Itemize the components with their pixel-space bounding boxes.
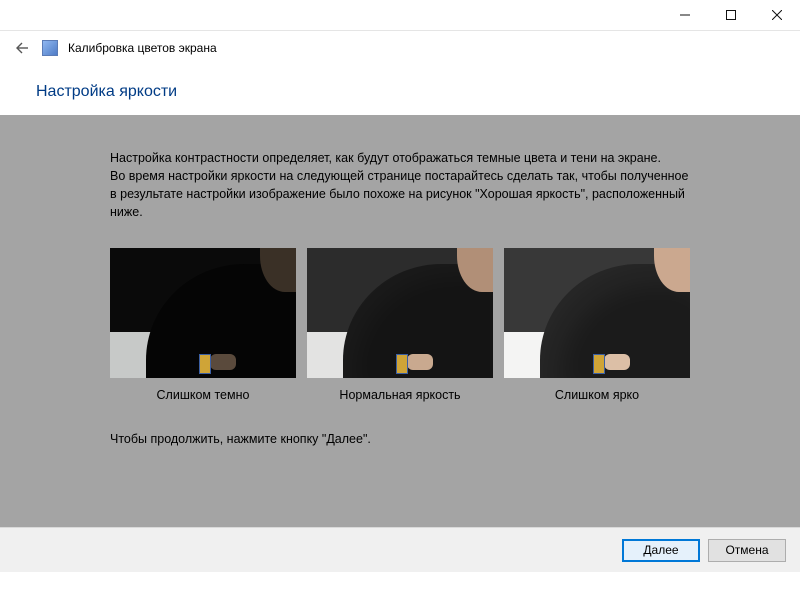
continue-hint: Чтобы продолжить, нажмите кнопку "Далее"… [110, 432, 690, 446]
wizard-header: Калибровка цветов экрана [0, 31, 800, 63]
example-too-bright: Слишком ярко [504, 248, 690, 402]
example-image-too-bright [504, 248, 690, 378]
close-button[interactable] [754, 0, 800, 30]
example-too-dark: Слишком темно [110, 248, 296, 402]
example-label-too-dark: Слишком темно [110, 388, 296, 402]
cancel-button[interactable]: Отмена [708, 539, 786, 562]
wizard-footer: Далее Отмена [0, 527, 800, 572]
back-arrow-icon[interactable] [12, 38, 32, 58]
example-normal: Нормальная яркость [307, 248, 493, 402]
page-title: Настройка яркости [36, 83, 800, 101]
instruction-p2: Во время настройки яркости на следующей … [110, 169, 688, 219]
example-label-normal: Нормальная яркость [307, 388, 493, 402]
minimize-button[interactable] [662, 0, 708, 30]
instruction-text: Настройка контрастности определяет, как … [110, 149, 690, 222]
example-image-too-dark [110, 248, 296, 378]
next-button[interactable]: Далее [622, 539, 700, 562]
example-image-normal [307, 248, 493, 378]
app-icon [42, 40, 58, 56]
brightness-examples-row: Слишком темно Нормальная яркость [110, 248, 690, 402]
window-titlebar [0, 0, 800, 31]
app-title: Калибровка цветов экрана [68, 41, 217, 55]
maximize-button[interactable] [708, 0, 754, 30]
content-area: Настройка контрастности определяет, как … [0, 115, 800, 527]
example-label-too-bright: Слишком ярко [504, 388, 690, 402]
instruction-p1: Настройка контрастности определяет, как … [110, 151, 661, 165]
